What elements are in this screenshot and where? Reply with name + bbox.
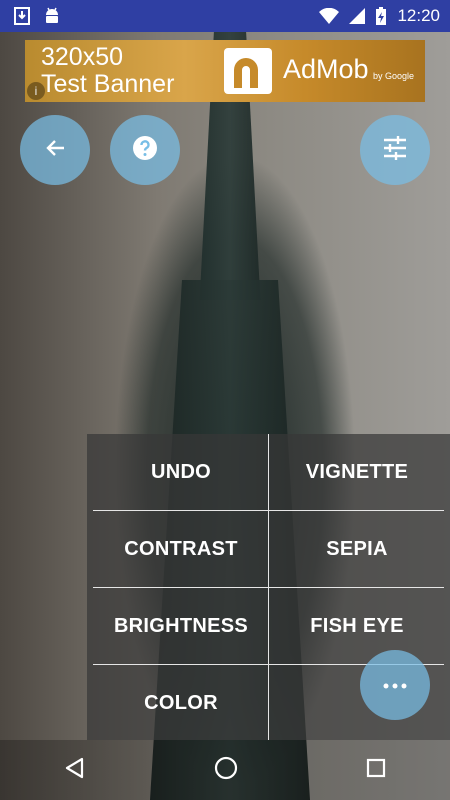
back-button[interactable] bbox=[20, 115, 90, 185]
ad-info-icon[interactable]: i bbox=[27, 82, 45, 100]
download-icon bbox=[14, 7, 30, 25]
ad-text: 320x50 Test Banner bbox=[41, 44, 174, 98]
signal-icon bbox=[349, 8, 366, 24]
recents-square-icon[interactable] bbox=[366, 758, 386, 783]
admob-logo-icon bbox=[224, 48, 272, 94]
status-bar: 12:20 bbox=[0, 0, 450, 32]
sepia-button[interactable]: SEPIA bbox=[269, 511, 445, 587]
ad-banner[interactable]: 320x50 Test Banner AdMob by Google i bbox=[25, 40, 425, 102]
undo-button[interactable]: UNDO bbox=[93, 434, 269, 510]
brightness-button[interactable]: BRIGHTNESS bbox=[93, 588, 269, 664]
ad-title: Test Banner bbox=[41, 70, 175, 98]
vignette-button[interactable]: VIGNETTE bbox=[269, 434, 445, 510]
more-button[interactable] bbox=[360, 650, 430, 720]
clock: 12:20 bbox=[397, 6, 440, 25]
back-triangle-icon[interactable] bbox=[64, 757, 86, 784]
battery-charging-icon bbox=[375, 6, 387, 26]
sliders-icon bbox=[382, 135, 408, 165]
wifi-icon bbox=[319, 8, 340, 24]
color-button[interactable]: COLOR bbox=[93, 665, 269, 741]
ad-size-label: 320x50 bbox=[41, 43, 124, 71]
more-horiz-icon bbox=[383, 676, 407, 694]
adjustments-button[interactable] bbox=[360, 115, 430, 185]
home-circle-icon[interactable] bbox=[214, 756, 238, 785]
back-arrow-icon bbox=[44, 137, 66, 164]
help-icon bbox=[132, 135, 158, 166]
help-button[interactable] bbox=[110, 115, 180, 185]
android-icon bbox=[44, 7, 60, 25]
contrast-button[interactable]: CONTRAST bbox=[93, 511, 269, 587]
ad-brand: AdMob bbox=[283, 54, 369, 84]
fish-eye-button[interactable]: FISH EYE bbox=[269, 588, 445, 664]
ad-by-google: by Google bbox=[373, 71, 415, 81]
system-nav-bar bbox=[0, 740, 450, 800]
